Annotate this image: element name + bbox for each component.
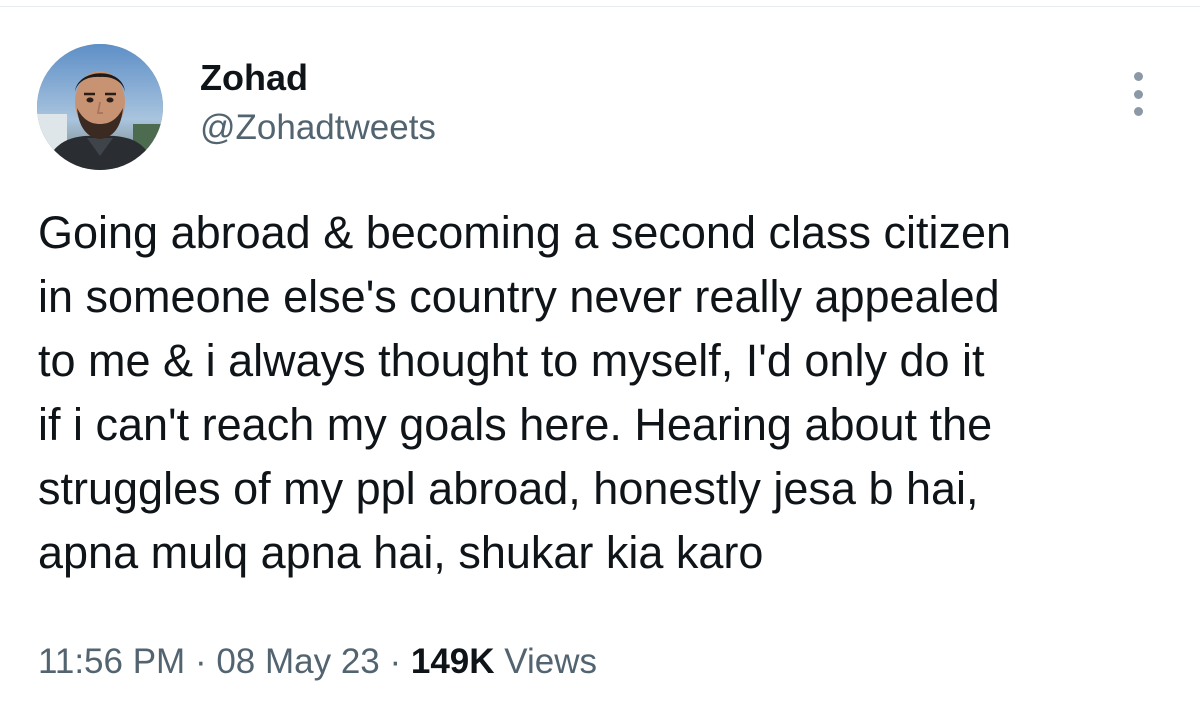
tweet-date[interactable]: 08 May 23 <box>216 642 379 681</box>
user-handle[interactable]: @Zohadtweets <box>200 108 436 148</box>
more-options-icon-dot <box>1133 107 1143 116</box>
display-name[interactable]: Zohad <box>200 58 436 98</box>
author-info: Zohad @Zohadtweets <box>200 58 436 148</box>
tweet-metadata: 11:56 PM · 08 May 23 · 149K Views <box>38 640 597 684</box>
meta-separator: · <box>379 642 411 681</box>
views-count: 149K <box>410 642 495 681</box>
avatar[interactable] <box>37 44 163 170</box>
tweet-text: Going abroad & becoming a second class c… <box>38 207 1012 578</box>
tweet-card: Zohad @Zohadtweets Going abroad & becomi… <box>0 0 1200 724</box>
more-options-button[interactable] <box>1120 72 1156 116</box>
views-label: Views <box>494 642 598 681</box>
avatar-photo <box>37 44 163 170</box>
more-options-icon-dot <box>1133 89 1143 99</box>
tweet-time[interactable]: 11:56 PM <box>38 642 185 681</box>
meta-separator: · <box>185 642 217 681</box>
more-options-icon <box>1133 72 1143 81</box>
